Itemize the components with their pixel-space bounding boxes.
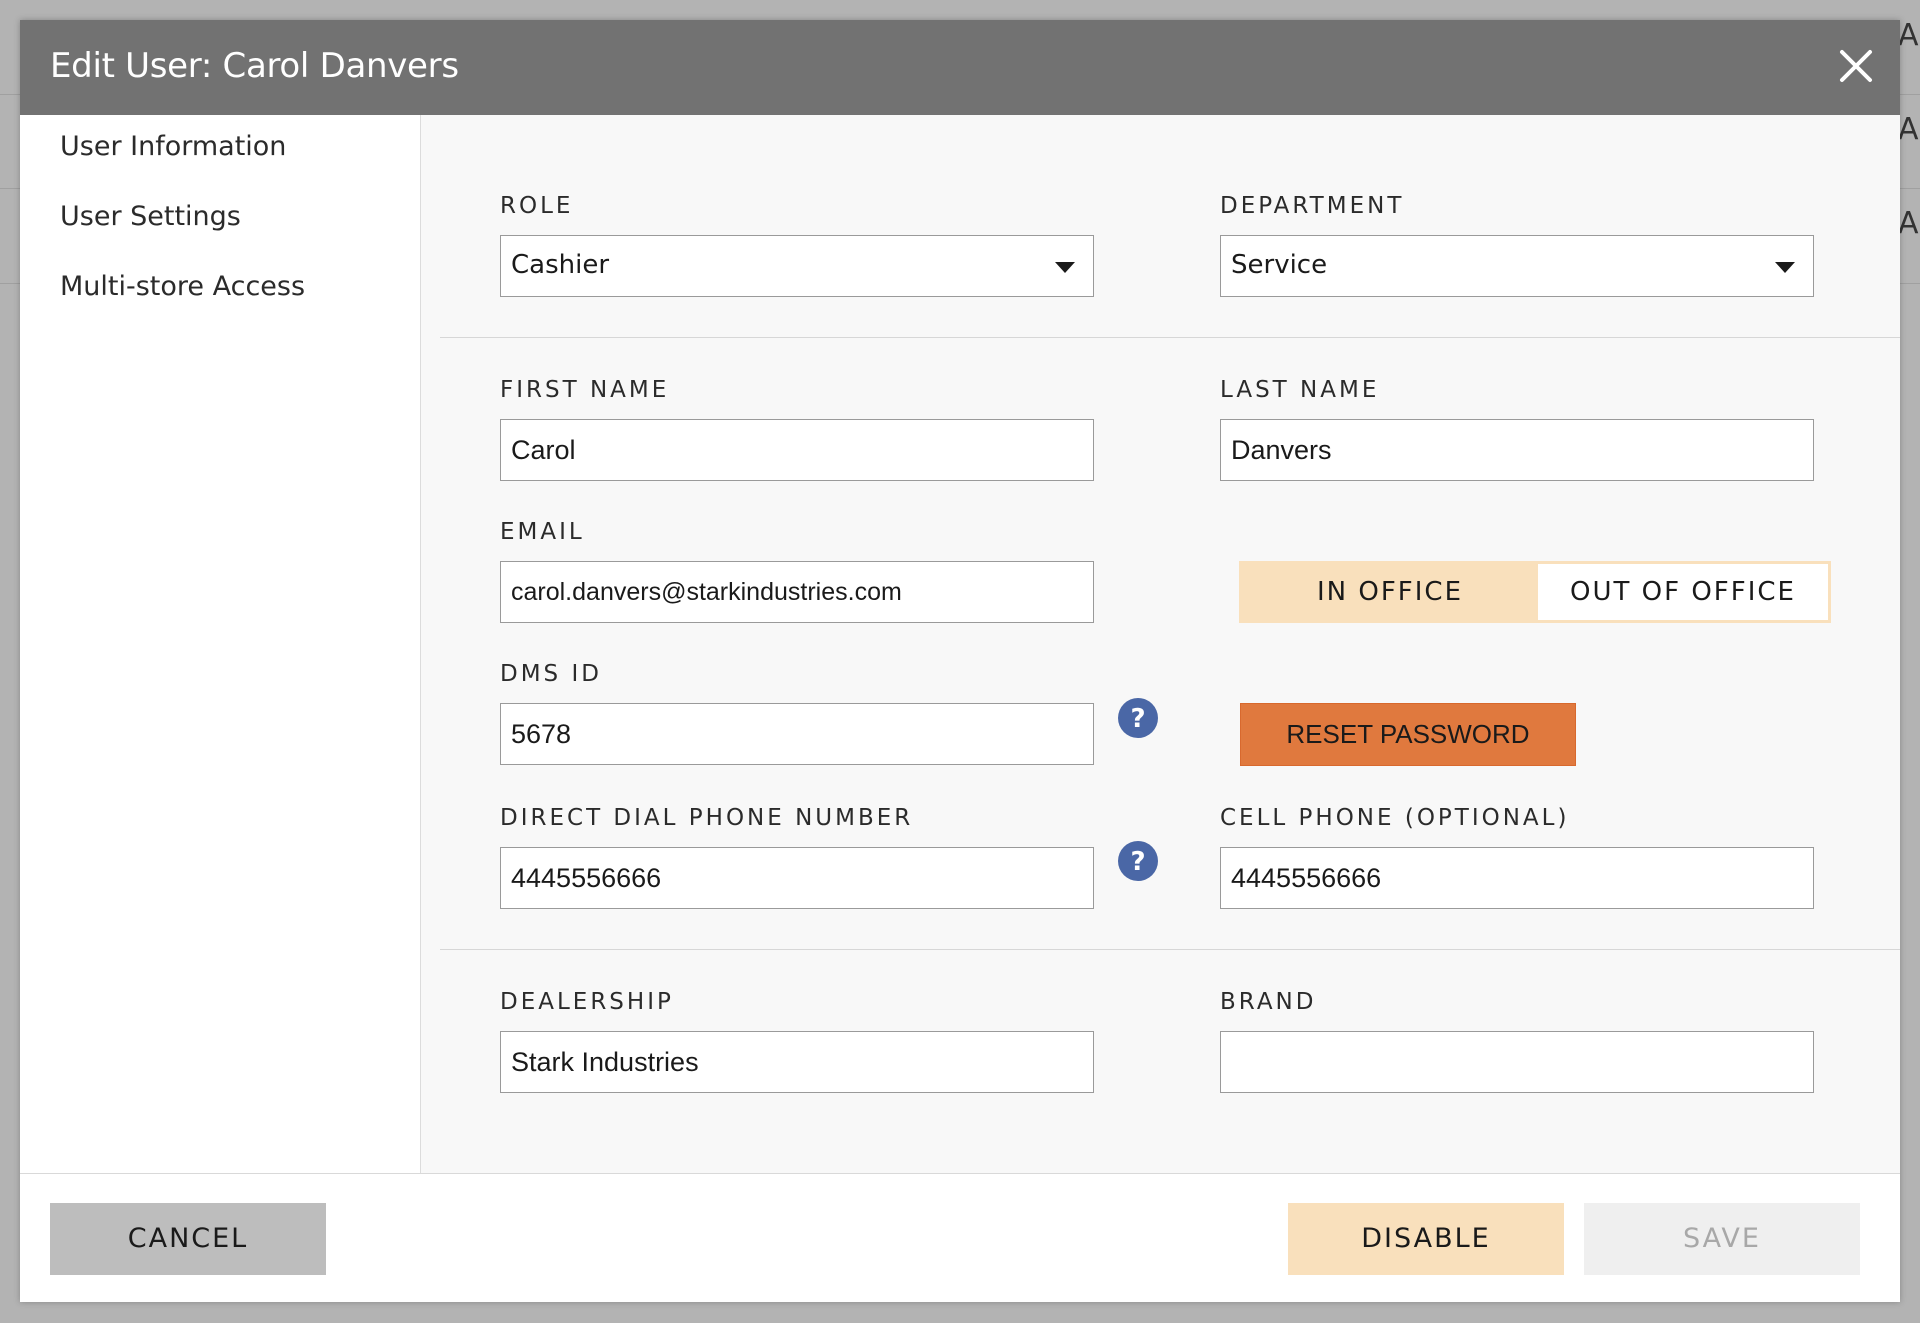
edit-user-modal: Edit User: Carol Danvers User Informatio… [20,20,1900,1302]
dealership-field[interactable] [500,1031,1094,1093]
brand-label: BRAND [1220,989,1317,1015]
cancel-button[interactable]: CANCEL [50,1203,326,1275]
first-name-label: FIRST NAME [500,377,670,403]
close-button[interactable] [1832,42,1880,90]
dms-id-label: DMS ID [500,661,602,687]
section-divider [440,949,1900,950]
dealership-label: DEALERSHIP [500,989,674,1015]
background-text: A [1898,18,1919,53]
close-icon [1840,50,1872,82]
email-field[interactable] [500,561,1094,623]
brand-field[interactable] [1220,1031,1814,1093]
last-name-label: LAST NAME [1220,377,1380,403]
background-text: A [1898,112,1919,147]
help-icon[interactable]: ? [1117,840,1159,882]
department-label: DEPARTMENT [1220,193,1405,219]
modal-header: Edit User: Carol Danvers [20,20,1900,115]
help-icon[interactable]: ? [1117,697,1159,739]
role-select[interactable]: Cashier [500,235,1094,297]
office-status-toggle: IN OFFICE OUT OF OFFICE [1239,561,1831,623]
sidebar-nav: User Information User Settings Multi-sto… [20,115,421,1174]
role-label: ROLE [500,193,574,219]
background-text: A [1898,206,1919,241]
modal-footer: CANCEL DISABLE SAVE [20,1173,1900,1302]
chevron-down-icon [1055,262,1075,273]
svg-text:?: ? [1130,704,1145,734]
cell-phone-field[interactable] [1220,847,1814,909]
role-select-value: Cashier [511,250,610,280]
first-name-field[interactable] [500,419,1094,481]
direct-dial-label: DIRECT DIAL PHONE NUMBER [500,805,914,831]
disable-button[interactable]: DISABLE [1288,1203,1564,1275]
out-of-office-option[interactable]: OUT OF OFFICE [1538,564,1828,620]
save-button[interactable]: SAVE [1584,1203,1860,1275]
last-name-field[interactable] [1220,419,1814,481]
direct-dial-field[interactable] [500,847,1094,909]
chevron-down-icon [1775,262,1795,273]
sidebar-item-user-information[interactable]: User Information [60,131,286,162]
department-select[interactable]: Service [1220,235,1814,297]
in-office-option[interactable]: IN OFFICE [1242,564,1538,620]
sidebar-item-user-settings[interactable]: User Settings [60,201,241,232]
dms-id-field[interactable] [500,703,1094,765]
section-divider [440,337,1900,338]
email-label: EMAIL [500,519,585,545]
svg-text:?: ? [1130,847,1145,877]
department-select-value: Service [1231,250,1328,280]
user-information-form: ROLE Cashier DEPARTMENT Service FIRST NA… [421,115,1900,1174]
cell-phone-label: CELL PHONE (OPTIONAL) [1220,805,1570,831]
reset-password-button[interactable]: RESET PASSWORD [1240,703,1576,766]
sidebar-item-multi-store-access[interactable]: Multi-store Access [60,271,305,302]
modal-title: Edit User: Carol Danvers [50,46,459,86]
